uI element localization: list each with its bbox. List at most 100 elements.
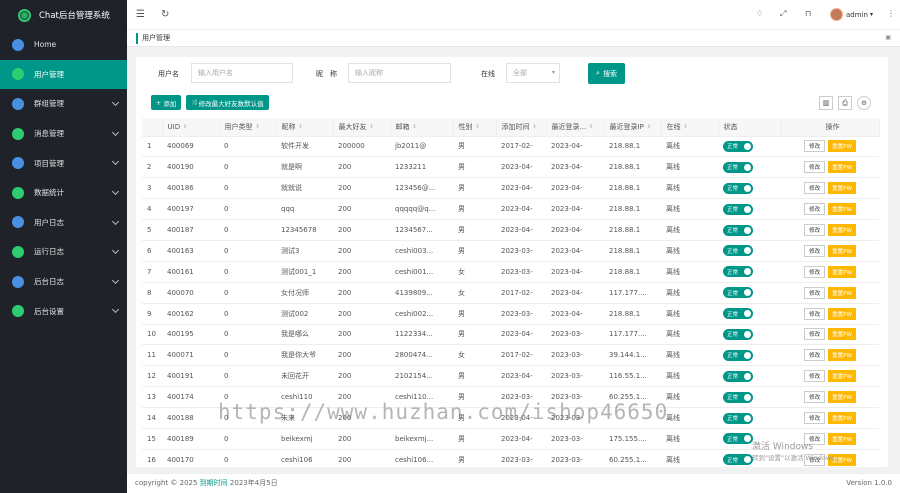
reset-password-button[interactable]: 重置PW [828,203,856,216]
sidebar-item[interactable]: 后台日志 [0,267,127,297]
status-toggle[interactable]: 正常 [723,287,753,299]
sort-icon[interactable]: ⇕ [413,124,417,130]
sort-icon[interactable]: ⇕ [299,124,303,130]
reset-password-button[interactable]: 重置PW [828,412,856,425]
table-row[interactable]: 5 400187 0 12345678 200 1234567... 男 2023-04- 20… [142,219,879,241]
table-row[interactable]: 2 400190 0 就是啊 200 1233211 男 2023-04- 2023-04- 21… [142,156,879,179]
column-header[interactable]: 用户类型 ⇕ [219,118,277,137]
status-toggle[interactable]: 正常 [723,245,753,257]
column-header[interactable]: 最大好友 ⇕ [333,118,391,137]
table-row[interactable]: 12 400191 0 未回花开 200 2102154... 男 2023-04- 2023-… [142,365,879,388]
status-toggle[interactable]: 正常 [723,224,753,236]
edit-button[interactable]: 修改 [804,140,826,153]
status-toggle[interactable]: 正常 [723,140,753,152]
username-input[interactable]: 输入用户名 [191,63,293,83]
status-toggle[interactable]: 正常 [723,370,753,382]
column-header[interactable]: 邮箱 ⇕ [390,118,454,137]
search-button[interactable]: ⌕ 搜索 [588,63,625,84]
export-icon[interactable]: ⊖ [857,96,871,110]
sidebar-item[interactable]: 项目管理 [0,148,127,178]
status-toggle[interactable]: 正常 [723,161,753,173]
reset-password-button[interactable]: 重置PW [828,265,856,278]
edit-button[interactable]: 修改 [804,412,826,425]
sidebar-item[interactable]: 用户管理 [0,59,127,90]
edit-button[interactable]: 修改 [804,265,826,278]
reset-password-button[interactable]: 重置PW [828,244,856,257]
edit-button[interactable]: 修改 [804,370,826,383]
sort-icon[interactable]: ⇕ [183,124,187,130]
status-toggle[interactable]: 正常 [723,412,753,424]
reset-password-button[interactable]: 重置PW [828,140,856,153]
refresh-icon[interactable]: ↻ [161,9,169,20]
nickname-input[interactable]: 输入昵称 [348,63,451,83]
status-toggle[interactable]: 正常 [723,349,753,361]
edit-button[interactable]: 修改 [804,203,826,216]
sidebar-item[interactable]: Home [0,30,127,60]
reset-password-button[interactable]: 重置PW [828,224,856,236]
status-toggle[interactable]: 正常 [723,266,753,278]
menu-toggle-icon[interactable]: ☰ [136,9,145,20]
avatar[interactable] [830,8,843,21]
status-toggle[interactable]: 正常 [723,433,753,445]
reset-password-button[interactable]: 重置PW [828,370,856,383]
sidebar-item[interactable]: 消息管理 [0,119,127,149]
column-header[interactable]: UID ⇕ [162,118,220,137]
batch-edit-button[interactable]: ⤨ 修改最大好友数默认值 [186,95,269,110]
column-header[interactable]: 最近登录... ⇕ [546,118,605,137]
column-header[interactable]: 性别 ⇕ [453,118,497,137]
app-logo[interactable]: Chat后台管理系统 [0,0,127,30]
edit-button[interactable]: 修改 [804,224,826,236]
edit-button[interactable]: 修改 [804,161,826,174]
columns-icon[interactable]: ▥ [819,96,833,110]
sort-icon[interactable]: ⇕ [533,124,537,130]
table-row[interactable]: 1 400069 0 软件开发 200000 jb2011@ 男 2017-02- 2023-0… [142,136,879,158]
column-header[interactable]: 状态 [718,118,782,137]
status-toggle[interactable]: 正常 [723,454,753,466]
status-toggle[interactable]: 正常 [723,203,753,215]
reset-password-button[interactable]: 重置PW [828,328,856,341]
sort-icon[interactable]: ⇕ [476,124,480,130]
status-toggle[interactable]: 正常 [723,308,753,320]
add-button[interactable]: + 添加 [151,95,181,110]
edit-button[interactable]: 修改 [804,391,826,404]
sort-icon[interactable]: ⇕ [589,124,593,130]
reset-password-button[interactable]: 重置PW [828,182,856,195]
online-select[interactable]: 全部 ▾ [506,63,560,83]
tab-close-icon[interactable]: ▣ [885,34,891,41]
sort-icon[interactable]: ⇕ [256,124,260,130]
sidebar-item[interactable]: 用户日志 [0,208,127,238]
status-toggle[interactable]: 正常 [723,391,753,403]
reset-password-button[interactable]: 重置PW [828,161,856,174]
column-header[interactable]: 最近登录IP ⇕ [604,118,662,137]
edit-button[interactable]: 修改 [804,286,826,299]
chevron-down-icon[interactable]: ▾ [870,11,873,18]
theme-icon[interactable]: ♢ [756,9,763,18]
column-header[interactable]: 添加时间 ⇕ [496,118,547,137]
status-toggle[interactable]: 正常 [723,182,753,194]
user-name[interactable]: admin [846,11,868,19]
table-row[interactable]: 8 400070 0 女付况师 200 4139809... 女 2017-02- 2023-0… [142,282,879,304]
table-row[interactable]: 7 400161 0 测试001_1 200 ceshi001... 女 2023-03- 20… [142,261,879,283]
fullscreen-icon[interactable]: ⤢ [780,9,786,19]
table-row[interactable]: 6 400163 0 测试3 200 ceshi003... 男 2023-03- 2023-0… [142,240,879,262]
table-row[interactable]: 10 400195 0 我是哪么 200 1122334... 男 2023-04- 2023-… [142,324,879,346]
reset-password-button[interactable]: 重置PW [828,286,856,299]
more-icon[interactable]: ⋮ [887,9,895,18]
column-header[interactable]: 在线 ⇕ [661,118,719,137]
edit-button[interactable]: 修改 [804,328,826,341]
reset-password-button[interactable]: 重置PW [828,307,856,320]
sidebar-item[interactable]: 后台设置 [0,296,127,326]
status-toggle[interactable]: 正常 [723,328,753,340]
tab-current[interactable]: 用户管理 [136,33,170,44]
table-row[interactable]: 9 400162 0 测试002 200 ceshi002... 男 2023-03- 2023… [142,303,879,325]
sidebar-item[interactable]: 运行日志 [0,237,127,267]
sort-icon[interactable]: ⇕ [684,124,688,130]
table-row[interactable]: 11 400071 0 我是你大爷 200 2800474... 女 2017-02- 2023… [142,344,879,367]
edit-button[interactable]: 修改 [804,349,826,362]
sidebar-item[interactable]: 群组管理 [0,89,127,119]
column-header[interactable]: 昵称 ⇕ [276,118,334,137]
print-icon[interactable]: ⎙ [838,96,852,110]
table-row[interactable]: 3 400186 0 就就说 200 123456@... 男 2023-04- 2023-04… [142,177,879,200]
sort-icon[interactable]: ⇕ [370,124,374,130]
lock-icon[interactable]: ⊓ [805,9,811,18]
